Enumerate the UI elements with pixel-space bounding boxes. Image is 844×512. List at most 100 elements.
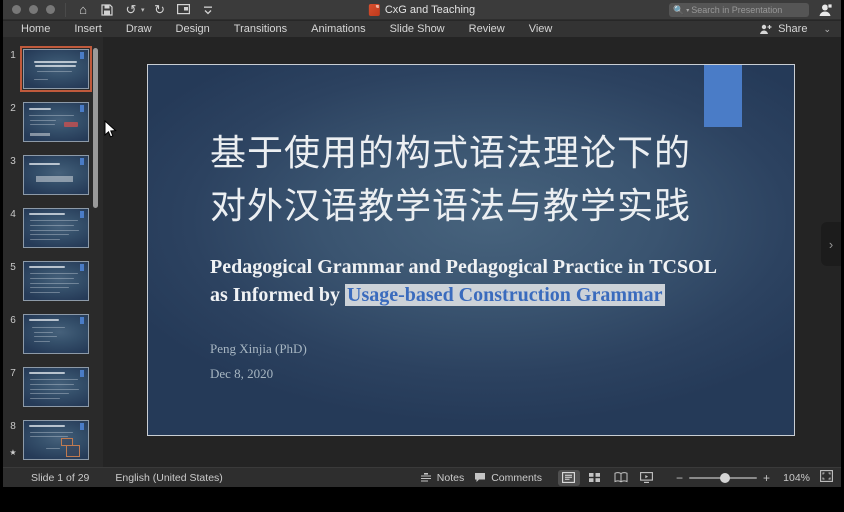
thumb-accent-rect [80, 158, 84, 165]
tab-home[interactable]: Home [21, 23, 50, 35]
undo-dropdown-icon[interactable]: ▾ [141, 6, 145, 14]
account-icon[interactable] [817, 2, 833, 18]
animation-star-icon: ★ [9, 448, 16, 457]
slide-date[interactable]: Dec 8, 2020 [210, 366, 273, 382]
save-icon[interactable] [98, 2, 116, 18]
thumbnail-row-8: 8★ [3, 420, 89, 460]
thumb-accent-rect [80, 370, 84, 377]
slide-author[interactable]: Peng Xinjia (PhD) [210, 341, 307, 357]
thumbnail-row-1: 1 [3, 49, 89, 89]
notes-icon [420, 473, 432, 483]
zoom-control: − + [676, 471, 770, 485]
content-area: 1 2 3 4 5 6 7 8★ 基于使用的构式语法理论下的 对外汉语教学语法与教学实践 Pe… [3, 37, 841, 467]
home-icon[interactable]: ⌂ [74, 2, 92, 18]
collapse-ribbon-icon[interactable]: ⌄ [823, 24, 831, 35]
thumbnail-row-3: 3 [3, 155, 89, 195]
fit-slide-to-window-button[interactable] [820, 470, 833, 485]
slide-thumbnail-panel: 1 2 3 4 5 6 7 8★ [3, 37, 103, 467]
slide-number: 1 [3, 49, 23, 61]
normal-view-button[interactable] [558, 470, 580, 486]
view-buttons [558, 470, 658, 486]
slide-counter[interactable]: Slide 1 of 29 [31, 472, 89, 484]
play-from-start-icon[interactable] [175, 2, 193, 18]
slide-subtitle-line1: Pedagogical Grammar and Pedagogical Prac… [210, 253, 770, 281]
tab-animations[interactable]: Animations [311, 23, 365, 35]
tab-view[interactable]: View [529, 23, 553, 35]
thumb-accent-rect [80, 423, 84, 430]
thumb-accent-rect [80, 211, 84, 218]
slide-number: 6 [3, 314, 23, 326]
window-controls [3, 5, 65, 14]
slide-number: 3 [3, 155, 23, 167]
redo-icon[interactable]: ↻ [151, 2, 169, 18]
share-button[interactable]: Share [778, 23, 807, 35]
slide-subtitle[interactable]: Pedagogical Grammar and Pedagogical Prac… [210, 253, 770, 309]
slide-title[interactable]: 基于使用的构式语法理论下的 对外汉语教学语法与教学实践 [210, 127, 750, 233]
tab-slide-show[interactable]: Slide Show [390, 23, 445, 35]
thumb-accent-rect [80, 52, 84, 59]
slide-number: 8★ [3, 420, 23, 457]
thumb-accent-rect [80, 105, 84, 112]
search-icon: 🔍 [673, 6, 684, 15]
thumb-accent-rect [80, 317, 84, 324]
zoom-slider[interactable] [689, 477, 757, 479]
slide-thumbnail[interactable] [23, 367, 89, 407]
thumbnail-row-4: 4 [3, 208, 89, 248]
thumbnail-scrollbar[interactable] [93, 48, 98, 208]
slide-sorter-view-button[interactable] [584, 470, 606, 486]
undo-icon[interactable]: ↺ [122, 2, 140, 18]
expand-panel-button[interactable]: › [821, 222, 841, 266]
slide-thumbnail[interactable] [23, 314, 89, 354]
search-input[interactable] [691, 5, 808, 15]
slide-thumbnail[interactable] [23, 49, 89, 89]
minimize-button[interactable] [29, 5, 38, 14]
thumbnail-row-2: 2 [3, 102, 89, 142]
slide-number: 5 [3, 261, 23, 273]
tab-draw[interactable]: Draw [126, 23, 152, 35]
notes-toggle[interactable]: Notes [420, 472, 464, 484]
zoom-level[interactable]: 104% [780, 472, 810, 484]
slide-canvas[interactable]: 基于使用的构式语法理论下的 对外汉语教学语法与教学实践 Pedagogical … [147, 64, 795, 436]
ribbon-tabs: Home Insert Draw Design Transitions Animation… [3, 23, 552, 35]
slide-number: 2 [3, 102, 23, 114]
more-commands-icon[interactable] [199, 2, 217, 18]
slide-number: 4 [3, 208, 23, 220]
status-bar: Slide 1 of 29 English (United States) No… [3, 467, 841, 487]
tab-transitions[interactable]: Transitions [234, 23, 287, 35]
slideshow-view-button[interactable] [636, 470, 658, 486]
zoom-in-button[interactable]: + [763, 471, 770, 485]
comments-icon [474, 472, 486, 483]
tab-insert[interactable]: Insert [74, 23, 102, 35]
search-box[interactable]: 🔍 ▾ [669, 3, 809, 17]
document-title-group: CxG and Teaching [369, 4, 475, 16]
slide-thumbnail[interactable] [23, 420, 89, 460]
slide-title-line2: 对外汉语教学语法与教学实践 [210, 180, 750, 233]
slide-accent-rectangle [704, 65, 742, 127]
slide-thumbnail[interactable] [23, 208, 89, 248]
tab-design[interactable]: Design [176, 23, 210, 35]
close-button[interactable] [12, 5, 21, 14]
slide-thumbnail[interactable] [23, 261, 89, 301]
search-scope-chevron-icon: ▾ [686, 7, 689, 14]
toolbar-divider [65, 3, 66, 17]
zoom-slider-handle[interactable] [720, 473, 730, 483]
titlebar: ⌂ ↺ ▾ ↻ CxG and Teaching 🔍 ▾ [3, 0, 841, 20]
tab-review[interactable]: Review [469, 23, 505, 35]
slide-title-line1: 基于使用的构式语法理论下的 [210, 127, 750, 180]
slide-editor-area: 基于使用的构式语法理论下的 对外汉语教学语法与教学实践 Pedagogical … [103, 37, 841, 467]
share-area[interactable]: Share ⌄ [759, 21, 831, 37]
slide-thumbnail[interactable] [23, 102, 89, 142]
thumb-accent-rect [80, 264, 84, 271]
comments-toggle[interactable]: Comments [474, 472, 542, 484]
slide-thumbnail[interactable] [23, 155, 89, 195]
thumbnail-list: 1 2 3 4 5 6 7 8★ [3, 49, 89, 460]
highlighted-text: Usage-based Construction Grammar [345, 284, 665, 306]
thumbnail-row-6: 6 [3, 314, 89, 354]
ribbon-tab-bar: Home Insert Draw Design Transitions Animation… [3, 21, 841, 37]
zoom-out-button[interactable]: − [676, 471, 683, 485]
zoom-window-button[interactable] [46, 5, 55, 14]
language-indicator[interactable]: English (United States) [115, 472, 222, 484]
thumbnail-row-5: 5 [3, 261, 89, 301]
reading-view-button[interactable] [610, 470, 632, 486]
thumbnail-row-7: 7 [3, 367, 89, 407]
